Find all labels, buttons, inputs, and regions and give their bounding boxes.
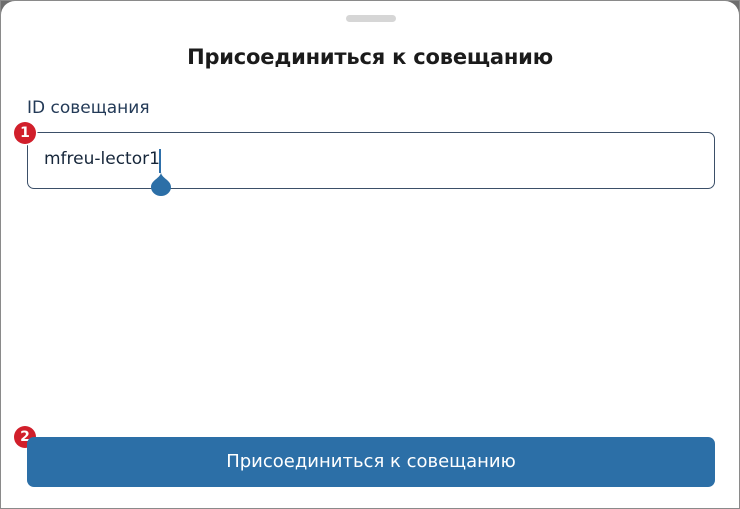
cursor-drag-handle-icon[interactable] — [151, 172, 171, 196]
text-cursor — [159, 149, 161, 173]
join-meeting-sheet: Присоединиться к совещанию ID совещания … — [1, 1, 739, 508]
meeting-id-input[interactable]: mfreu-lector1 — [27, 132, 715, 189]
join-meeting-button[interactable]: Присоединиться к совещанию — [27, 437, 715, 487]
dialog-title: Присоединиться к совещанию — [187, 45, 553, 69]
callout-badge-1: 1 — [14, 122, 36, 144]
meeting-id-label: ID совещания — [27, 98, 150, 118]
meeting-id-value: mfreu-lector1 — [44, 149, 160, 169]
sheet-grabber-handle[interactable] — [346, 15, 396, 22]
window-frame: Присоединиться к совещанию ID совещания … — [0, 0, 740, 509]
